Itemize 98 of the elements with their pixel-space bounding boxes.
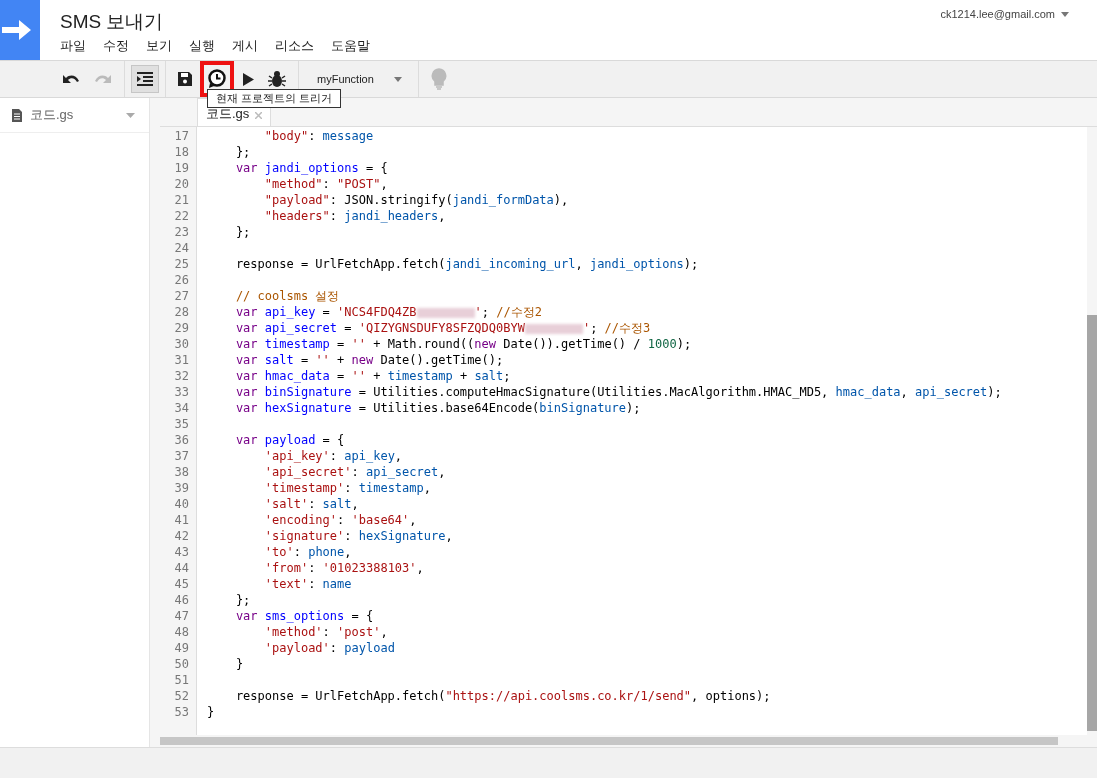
code-line: "headers": jandi_headers, [263,208,447,224]
line-number: 35 [173,416,190,432]
menu-item[interactable]: 리소스 [275,37,314,55]
code-line: } [234,656,245,672]
line-number: 17 [173,128,190,144]
caret-icon [393,76,402,82]
line-number: 47 [173,608,190,624]
menu-item[interactable]: 수정 [103,37,129,55]
bug-icon [268,71,286,87]
vertical-scrollbar[interactable] [1087,127,1097,735]
line-number: 20 [173,176,190,192]
lightbulb-icon [430,68,447,90]
line-number: 49 [173,640,190,656]
code-line: "method": "POST", [263,176,389,192]
code-line: 'to': phone, [263,544,353,560]
file-name[interactable]: 코드.gs [30,106,118,124]
line-number: 30 [173,336,190,352]
code-line: var payload = { [234,432,346,448]
line-number: 21 [173,192,190,208]
menu-item[interactable]: 게시 [232,37,258,55]
line-number: 28 [173,304,190,320]
line-number: 32 [173,368,190,384]
caret-icon [1061,11,1069,17]
code-line: var timestamp = '' + Math.round((new Date()).getTime() / 1000); [234,336,693,352]
code-line: var jandi_options = { [234,160,389,176]
code-line: }; [234,144,252,160]
file-item[interactable]: 코드.gs [0,98,149,133]
clock-icon [207,69,227,89]
project-title[interactable]: SMS 보내기 [60,10,370,34]
line-number: 38 [173,464,190,480]
line-number: 34 [173,400,190,416]
line-number: 23 [173,224,190,240]
code-line: "payload": JSON.stringify(jandi_formData), [263,192,570,208]
line-number: 53 [173,704,190,720]
code-line: 'encoding': 'base64', [263,512,418,528]
line-number: 46 [173,592,190,608]
line-number: 48 [173,624,190,640]
line-number: 37 [173,448,190,464]
code-line: 'signature': hexSignature, [263,528,454,544]
tooltip: 현재 프로젝트의 트리거 [207,89,342,108]
line-number: 45 [173,576,190,592]
dropdown-caret-icon[interactable] [126,112,135,118]
menu-item[interactable]: 파일 [60,37,86,55]
code-line: var api_key = 'NCS4FDQ4ZB '; //수정2 [234,304,543,320]
code-line: 'salt': salt, [263,496,360,512]
code-line: response = UrlFetchApp.fetch("https://api.coolsms.co.kr/1/send", options); [234,688,772,704]
code-line: 'timestamp': timestamp, [263,480,432,496]
line-number: 36 [173,432,190,448]
line-number: 22 [173,208,190,224]
line-number: 44 [173,560,190,576]
code-line: 'method': 'post', [263,624,389,640]
code-line: "body": message [263,128,375,144]
redo-icon [94,73,112,85]
code-line: var hmac_data = '' + timestamp + salt; [234,368,512,384]
line-number: 25 [173,256,190,272]
code-line: }; [234,224,252,240]
save-icon [178,72,192,86]
code-line: var api_secret = 'QIZYGNSDUFY8SFZQDQ0BYW '; //수정3 [234,320,652,336]
line-number: 50 [173,656,190,672]
menu-item[interactable]: 실행 [189,37,215,55]
code-line: var sms_options = { [234,608,375,624]
line-number: 31 [173,352,190,368]
code-line: 'api_key': api_key, [263,448,404,464]
line-number: 40 [173,496,190,512]
code-line: var binSignature = Utilities.computeHmacSignature(Utilities.MacAlgorithm.HMAC_MD5, hmac_data, api_secret); [234,384,1003,400]
arrow-icon [2,19,32,41]
indent-toggle-button[interactable] [131,65,159,93]
code-line: response = UrlFetchApp.fetch(jandi_incoming_url, jandi_options); [234,256,700,272]
document-icon [12,108,22,122]
line-number: 29 [173,320,190,336]
line-number: 42 [173,528,190,544]
line-number: 24 [173,240,190,256]
code-line: 'api_secret': api_secret, [263,464,447,480]
app-logo[interactable] [0,0,40,60]
line-number: 26 [173,272,190,288]
code-line: } [207,704,216,720]
code-line: var salt = '' + new Date().getTime(); [234,352,505,368]
account-menu[interactable]: ck1214.lee@gmail.com [940,8,1069,20]
code-line: var hexSignature = Utilities.base64Encode(binSignature); [234,400,642,416]
code-line: 'from': '01023388103', [263,560,425,576]
line-number: 18 [173,144,190,160]
play-icon [242,72,254,86]
code-line: 'payload': payload [263,640,396,656]
line-number: 51 [173,672,190,688]
line-number: 27 [173,288,190,304]
line-number: 52 [173,688,190,704]
line-number: 19 [173,160,190,176]
menu-item[interactable]: 도움말 [331,37,370,55]
line-number: 39 [173,480,190,496]
line-number: 43 [173,544,190,560]
menu-item[interactable]: 보기 [146,37,172,55]
code-line: // coolsms 설정 [234,288,341,304]
line-number: 33 [173,384,190,400]
line-number: 41 [173,512,190,528]
undo-icon [62,73,80,85]
code-line: 'text': name [263,576,353,592]
indent-icon [137,72,153,86]
code-line: }; [234,592,252,608]
